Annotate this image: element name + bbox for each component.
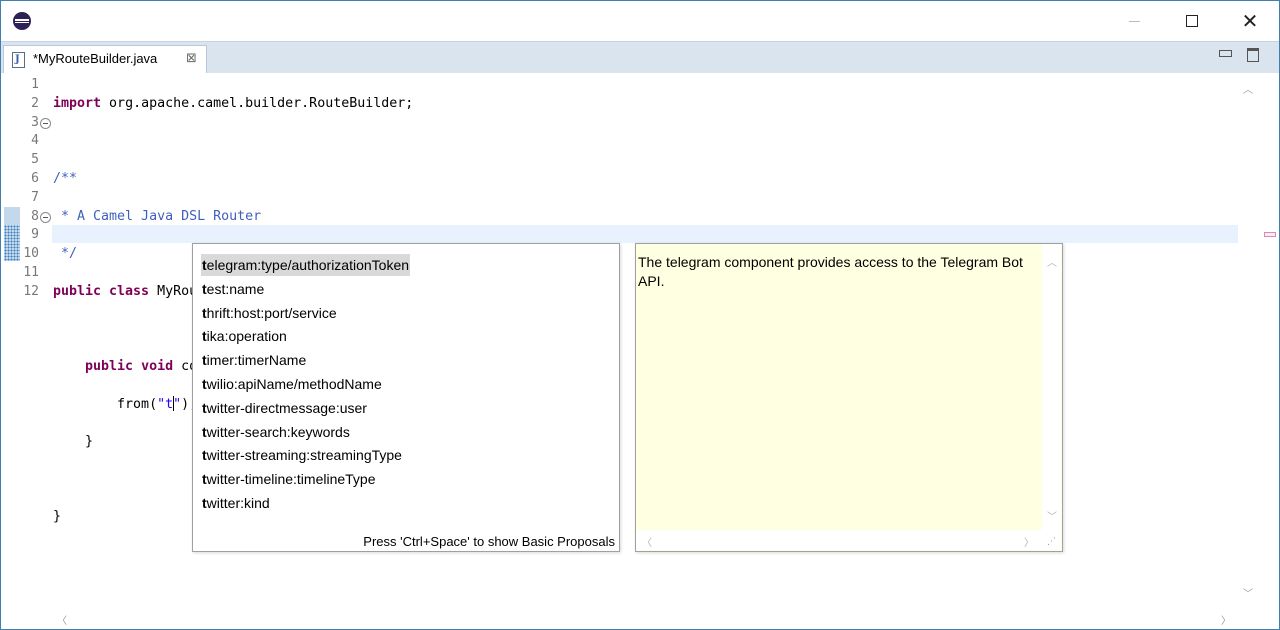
maximize-icon (1186, 15, 1198, 27)
line-number: 6 (31, 171, 39, 186)
proposal-label: est:name (206, 280, 265, 297)
close-icon: ✕ (1241, 9, 1259, 33)
minimize-button[interactable] (1105, 1, 1163, 41)
completion-proposal[interactable]: timer:timerName (201, 349, 307, 371)
scroll-down-icon[interactable]: ﹀ (1047, 508, 1057, 523)
proposal-label: witter-directmessage:user (206, 399, 367, 416)
line-number: 1 (31, 77, 39, 92)
line-number: 11 (23, 265, 39, 280)
completion-proposal[interactable]: twilio:apiName/methodName (201, 373, 383, 395)
scroll-down-icon[interactable]: ﹀ (1243, 585, 1253, 600)
minimize-view-icon[interactable] (1219, 50, 1232, 57)
line-number: 12 (23, 283, 39, 299)
close-button[interactable]: ✕ (1221, 1, 1279, 41)
doc-vertical-scrollbar[interactable]: ︿ ﹀ (1042, 244, 1061, 530)
fold-collapse-icon[interactable] (40, 212, 51, 223)
editor-tab-bar: J *MyRouteBuilder.java ⊠ (1, 41, 1279, 74)
proposal-label: elegram:type/authorizationToken (206, 257, 410, 273)
completion-proposal[interactable]: test:name (201, 278, 265, 300)
proposal-label: witter-search:keywords (206, 423, 350, 440)
scroll-left-icon[interactable]: 〈 (642, 534, 652, 549)
proposal-label: witter-streaming:streamingType (206, 447, 402, 464)
vertical-scrollbar[interactable]: ︿ ﹀ (1239, 73, 1259, 609)
line-number: 9 (31, 227, 39, 243)
text-caret (172, 395, 174, 411)
eclipse-logo-icon (13, 12, 31, 30)
occurrence-marker[interactable] (1264, 232, 1276, 237)
minimize-icon (1128, 20, 1140, 22)
completion-proposal[interactable]: thrift:host:port/service (201, 302, 338, 324)
line-number: 7 (31, 189, 39, 205)
completion-proposal[interactable]: twitter:kind (201, 492, 271, 514)
doc-horizontal-scrollbar[interactable]: 〈 〉 (636, 530, 1042, 550)
content-assist-popup[interactable]: telegram:type/authorizationToken test:nam… (192, 243, 620, 552)
fold-collapse-icon[interactable] (40, 118, 51, 129)
proposal-documentation-popup: The telegram component provides access t… (635, 243, 1063, 552)
maximize-view-icon[interactable] (1247, 48, 1259, 62)
line-number: 3 (31, 114, 39, 130)
scroll-right-icon[interactable]: 〉 (1221, 612, 1231, 627)
scroll-up-icon[interactable]: ︿ (1047, 254, 1057, 269)
line-number: 4 (31, 133, 39, 149)
line-number: 10 (23, 246, 39, 262)
scroll-right-icon[interactable]: 〉 (1024, 534, 1034, 549)
tab-close-icon[interactable]: ⊠ (186, 50, 197, 66)
title-bar: ✕ (1, 1, 1279, 41)
scroll-left-icon[interactable]: 〈 (57, 612, 67, 627)
completion-proposal[interactable]: twitter-streaming:streamingType (201, 444, 403, 466)
proposal-label: wilio:apiName/methodName (206, 376, 382, 392)
maximize-button[interactable] (1163, 1, 1221, 41)
line-number: 8 (31, 208, 39, 224)
proposal-label: ika:operation (206, 328, 287, 345)
proposal-label: imer:timerName (206, 352, 307, 369)
java-file-icon: J (12, 52, 25, 68)
proposal-label: hrift:host:port/service (206, 304, 337, 321)
proposal-label: witter-timeline:timelineType (206, 471, 376, 488)
horizontal-scrollbar[interactable]: 〈 〉 (51, 609, 1239, 629)
tab-myroutebuilder[interactable]: J *MyRouteBuilder.java ⊠ (3, 45, 207, 74)
proposal-documentation-text: The telegram component provides access t… (638, 254, 1023, 289)
scroll-up-icon[interactable]: ︿ (1243, 81, 1253, 96)
line-number-gutter: 1 2 3 4 5 6 7 8 9 10 11 12 (1, 73, 51, 629)
line-number: 5 (31, 152, 39, 168)
tab-label: *MyRouteBuilder.java (33, 51, 158, 66)
proposal-label: witter:kind (206, 495, 270, 511)
eclipse-window: ✕ J *MyRouteBuilder.java ⊠ 1 2 3 4 5 6 7 8 9 10 11… (0, 0, 1280, 630)
line-number: 2 (31, 95, 39, 111)
resize-grip-icon[interactable]: ⋰ (1042, 530, 1061, 550)
completion-proposal[interactable]: telegram:type/authorizationToken (201, 254, 411, 276)
completion-proposal[interactable]: twitter-timeline:timelineType (201, 468, 377, 490)
completion-proposal[interactable]: tika:operation (201, 325, 288, 347)
overview-ruler[interactable] (1260, 73, 1278, 609)
content-assist-footer[interactable]: Press 'Ctrl+Space' to show Basic Proposa… (343, 534, 615, 549)
completion-proposal[interactable]: twitter-directmessage:user (201, 397, 368, 419)
completion-proposal[interactable]: twitter-search:keywords (201, 421, 351, 443)
